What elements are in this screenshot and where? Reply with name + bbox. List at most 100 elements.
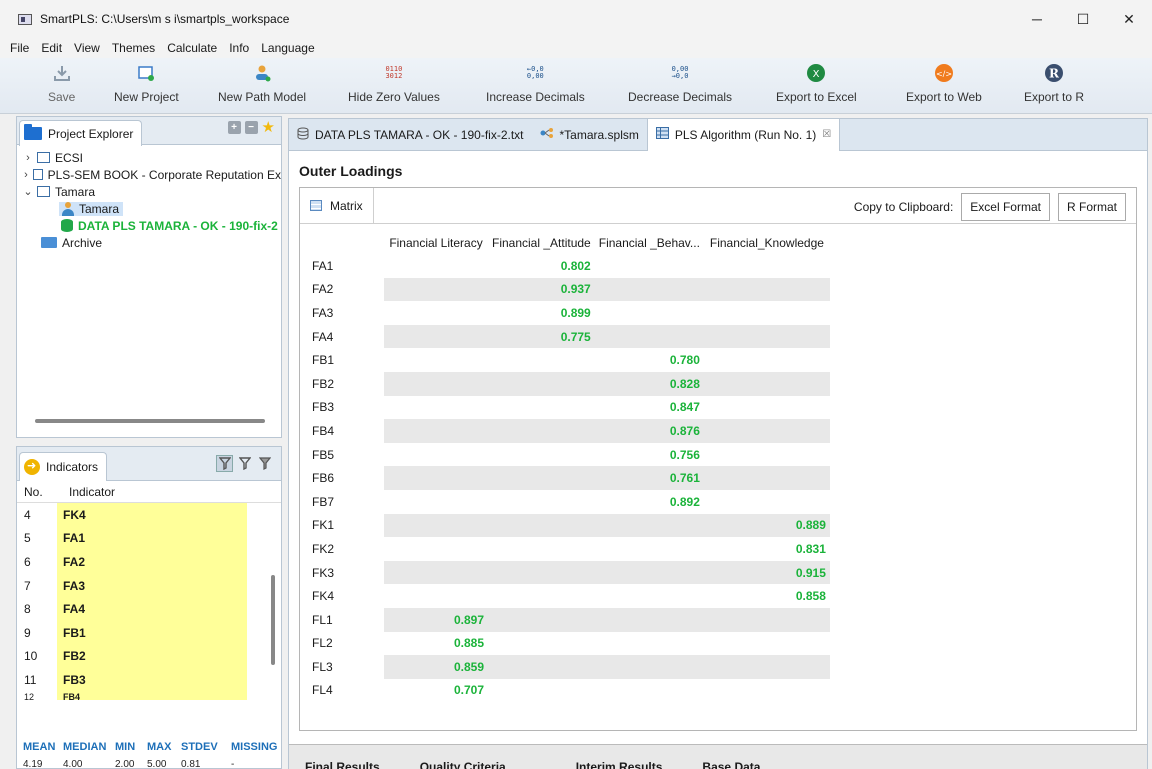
tab-interim-results[interactable]: Interim Results [576,760,663,769]
column-header[interactable]: Financial Literacy [384,232,488,254]
chevron-down-icon[interactable]: ⌄ [21,185,35,198]
close-button[interactable]: ✕ [1106,0,1152,38]
loading-cell: 0.889 [703,513,830,538]
tree-item-archive[interactable]: Archive [21,234,281,251]
menu-calculate[interactable]: Calculate [161,41,223,55]
table-row[interactable]: FB7 0.892 [310,490,830,514]
tree-item-ecsi[interactable]: › ECSI [21,149,281,166]
indicators-tab[interactable]: Indicators [19,452,108,481]
web-icon: </> [934,62,954,84]
project-explorer-tab[interactable]: Project Explorer [19,120,143,146]
loading-cell [594,324,704,349]
menu-language[interactable]: Language [255,41,320,55]
table-row[interactable]: FA2 0.937 [310,277,830,302]
horizontal-scrollbar[interactable] [35,419,265,423]
maximize-button[interactable]: ☐ [1060,0,1106,38]
table-row[interactable]: FK2 0.831 [310,537,830,561]
table-row[interactable]: FA4 0.775 [310,324,830,349]
tree-item-data-file[interactable]: DATA PLS TAMARA - OK - 190-fix-2 [21,217,281,234]
menu-themes[interactable]: Themes [106,41,161,55]
decrease-decimals-button[interactable]: 0,00 →0,0 Decrease Decimals [628,62,733,105]
table-row[interactable]: 5 FA1 [17,526,281,551]
table-row[interactable]: FK4 0.858 [310,584,830,608]
table-row[interactable]: FA1 0.802 [310,254,830,278]
table-row[interactable]: FL1 0.897 [310,607,830,632]
filter-icon[interactable] [256,455,273,472]
loading-cell: 0.915 [703,560,830,585]
tab-quality-criteria[interactable]: Quality Criteria [420,760,506,769]
tree-item-label: Tamara [79,201,120,216]
tree-item-label: PLS-SEM BOOK - Corporate Reputation Ex [47,167,281,182]
increase-decimals-button[interactable]: ←0,0 0,00 Increase Decimals [486,62,585,105]
database-icon [297,127,309,143]
col-indicator-header[interactable]: Indicator [57,485,115,499]
table-row[interactable]: FL4 0.707 [310,679,830,703]
minimize-button[interactable]: ─ [1014,0,1060,38]
close-tab-icon[interactable]: ☒ [822,129,831,140]
scrollbar-thumb[interactable] [271,575,275,665]
table-row[interactable]: 11 FB3 [17,668,281,692]
table-row[interactable]: FA3 0.899 [310,301,830,325]
save-button[interactable]: Save [48,62,75,104]
table-row[interactable]: FK3 0.915 [310,560,830,585]
menu-view[interactable]: View [68,41,106,55]
column-header[interactable]: Financial _Behav... [595,232,704,254]
table-row[interactable]: FB4 0.876 [310,419,830,443]
export-r-button[interactable]: R Export to R [1024,62,1084,104]
excel-format-button[interactable]: Excel Format [961,193,1050,221]
star-icon[interactable]: ★ [262,120,275,135]
expand-all-icon[interactable]: + [227,121,241,134]
filter-icon[interactable] [216,455,233,472]
collapse-all-icon[interactable]: − [244,121,258,134]
row-no: 7 [24,578,31,593]
tab-tamara-model[interactable]: *Tamara.splsm [532,119,647,151]
column-header[interactable]: Financial _Attitude [488,232,595,254]
chevron-right-icon[interactable]: › [21,152,35,164]
filter-icon[interactable] [236,455,253,472]
loading-cell [488,371,595,396]
new-project-button[interactable]: New Project [114,62,179,104]
table-row[interactable]: 12 FB4 [17,691,281,700]
table-row[interactable]: 6 FA2 [17,550,281,574]
tab-final-results[interactable]: Final Results [305,760,380,769]
tab-data-file[interactable]: DATA PLS TAMARA - OK - 190-fix-2.txt [289,119,532,151]
menu-edit[interactable]: Edit [35,41,68,55]
loading-cell: 0.847 [669,400,700,415]
col-no-header[interactable]: No. [17,485,57,499]
vertical-scrollbar[interactable] [271,505,275,717]
export-web-button[interactable]: </> Export to Web [906,62,982,104]
decrease-decimals-label: Decrease Decimals [628,90,733,104]
table-row[interactable]: 10 FB2 [17,644,281,669]
tree-item-plssem-book[interactable]: › PLS-SEM BOOK - Corporate Reputation Ex [21,166,281,183]
table-row[interactable]: 9 FB1 [17,620,281,645]
table-row[interactable]: FL3 0.859 [310,655,830,679]
table-row[interactable]: 4 FK4 [17,503,281,527]
loading-cell [594,277,704,302]
table-row[interactable]: FB6 0.761 [310,466,830,490]
table-row[interactable]: FB2 0.828 [310,371,830,396]
export-excel-label: Export to Excel [776,90,857,104]
loading-cell [703,419,830,443]
new-path-model-button[interactable]: New Path Model [218,62,306,104]
table-row[interactable]: FK1 0.889 [310,513,830,538]
table-row[interactable]: FL2 0.885 [310,632,830,656]
loading-cell [594,655,704,679]
tab-pls-algorithm[interactable]: PLS Algorithm (Run No. 1) ☒ [646,118,841,151]
table-row[interactable]: FB5 0.756 [310,443,830,467]
r-format-button[interactable]: R Format [1057,193,1126,221]
tab-base-data[interactable]: Base Data [702,760,760,769]
tree-item-tamara[interactable]: ⌄ Tamara [21,183,281,200]
menu-info[interactable]: Info [223,41,255,55]
tab-matrix[interactable]: Matrix [300,187,374,224]
tree-item-tamara-model[interactable]: Tamara [21,200,281,217]
chevron-right-icon[interactable]: › [21,169,31,181]
menu-file[interactable]: File [4,41,35,55]
hide-zero-values-button[interactable]: 0110 3012 Hide Zero Values [348,62,440,105]
table-row[interactable]: 7 FA3 [17,573,281,598]
table-row[interactable]: FB1 0.780 [310,348,830,372]
table-row[interactable]: 8 FA4 [17,597,281,621]
table-row[interactable]: FB3 0.847 [310,396,830,420]
column-header[interactable]: Financial_Knowledge [704,232,830,254]
export-excel-button[interactable]: X Export to Excel [776,62,857,104]
loadings-table: Financial Literacy Financial _Attitude F… [310,232,830,702]
